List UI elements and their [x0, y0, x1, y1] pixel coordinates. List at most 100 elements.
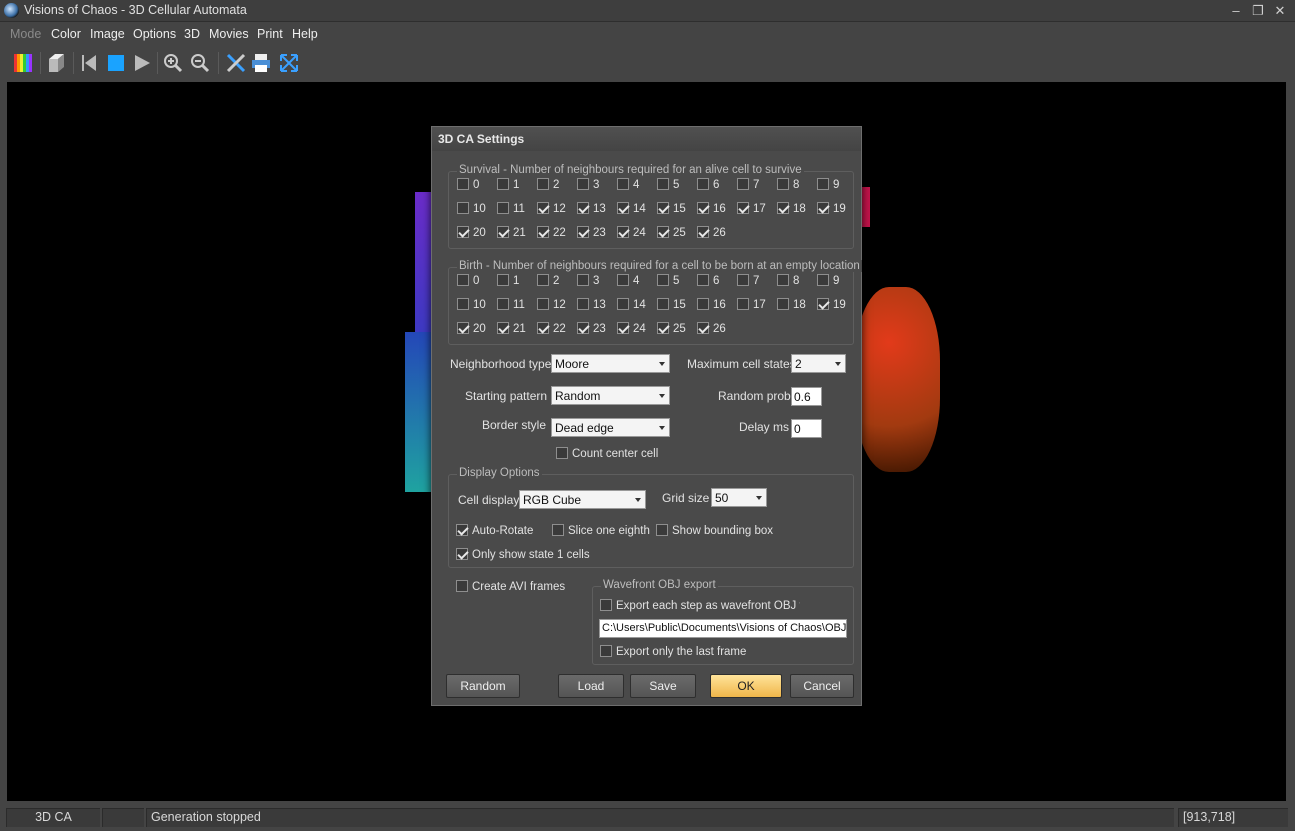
neighbour-count-checkbox[interactable]: 0 [457, 274, 479, 288]
border-style-select[interactable]: Dead edge [551, 418, 670, 437]
slice-one-eighth-checkbox[interactable]: Slice one eighth [552, 524, 650, 538]
neighbour-count-checkbox[interactable]: 11 [497, 202, 525, 216]
neighbour-count-checkbox[interactable]: 24 [617, 322, 646, 336]
random-button[interactable]: Random [446, 674, 520, 698]
cancel-button[interactable]: Cancel [790, 674, 854, 698]
print-icon[interactable] [250, 52, 272, 74]
random-prob-input[interactable]: 0.6 [791, 387, 822, 406]
neighbour-count-checkbox[interactable]: 12 [537, 202, 566, 216]
fullscreen-icon[interactable] [278, 52, 300, 74]
neighbour-count-checkbox[interactable]: 20 [457, 226, 486, 240]
zoom-out-icon[interactable] [189, 52, 211, 74]
neighbour-count-checkbox[interactable]: 6 [697, 178, 719, 192]
max-states-select[interactable]: 2 [791, 354, 846, 373]
delay-input[interactable]: 0 [791, 419, 822, 438]
chevron-down-icon [635, 498, 641, 502]
neighbour-count-checkbox[interactable]: 2 [537, 274, 559, 288]
neighbour-count-checkbox[interactable]: 15 [657, 298, 686, 312]
neighbour-count-checkbox[interactable]: 23 [577, 322, 606, 336]
auto-rotate-checkbox[interactable]: Auto-Rotate [456, 524, 533, 538]
neighbour-count-checkbox[interactable]: 3 [577, 178, 599, 192]
neighbour-count-checkbox[interactable]: 5 [657, 274, 679, 288]
neighbour-count-checkbox[interactable]: 9 [817, 274, 839, 288]
grid-size-select[interactable]: 50 [711, 488, 767, 507]
neighbour-count-checkbox[interactable]: 15 [657, 202, 686, 216]
neighbour-count-checkbox[interactable]: 13 [577, 298, 606, 312]
neighbour-count-checkbox[interactable]: 12 [537, 298, 566, 312]
neighbour-count-checkbox[interactable]: 4 [617, 274, 639, 288]
create-avi-checkbox[interactable]: Create AVI frames [456, 580, 565, 594]
neighbour-count-checkbox[interactable]: 22 [537, 322, 566, 336]
neighbour-count-checkbox[interactable]: 7 [737, 274, 759, 288]
minimize-icon[interactable]: – [1227, 3, 1245, 19]
neighbour-count-checkbox[interactable]: 25 [657, 226, 686, 240]
neighbour-count-checkbox[interactable]: 14 [617, 202, 646, 216]
count-center-checkbox[interactable]: Count center cell [556, 447, 658, 461]
zoom-in-icon[interactable] [162, 52, 184, 74]
neighbour-count-checkbox[interactable]: 2 [537, 178, 559, 192]
neighbour-count-checkbox[interactable]: 4 [617, 178, 639, 192]
save-button[interactable]: Save [630, 674, 696, 698]
play-icon[interactable] [131, 52, 153, 74]
neighbour-count-checkbox[interactable]: 24 [617, 226, 646, 240]
menu-help[interactable]: Help [292, 27, 318, 41]
neighbour-count-checkbox[interactable]: 6 [697, 274, 719, 288]
neighbour-count-checkbox[interactable]: 9 [817, 178, 839, 192]
neighbour-count-checkbox[interactable]: 10 [457, 202, 486, 216]
close-icon[interactable]: ✕ [1271, 3, 1289, 19]
menu-color[interactable]: Color [51, 27, 81, 41]
neighbour-count-checkbox[interactable]: 22 [537, 226, 566, 240]
neighbour-count-checkbox[interactable]: 17 [737, 298, 766, 312]
obj-path-input[interactable]: C:\Users\Public\Documents\Visions of Cha… [599, 619, 847, 638]
neighbour-count-checkbox[interactable]: 21 [497, 226, 526, 240]
tools-icon[interactable] [225, 52, 247, 74]
neighbour-count-checkbox[interactable]: 8 [777, 274, 799, 288]
menu-options[interactable]: Options [133, 27, 176, 41]
load-button[interactable]: Load [558, 674, 624, 698]
neighbour-count-checkbox[interactable]: 19 [817, 298, 846, 312]
first-frame-icon[interactable] [78, 52, 100, 74]
ca-settings-dialog: 3D CA Settings Survival - Number of neig… [431, 126, 862, 706]
neighborhood-select[interactable]: Moore [551, 354, 670, 373]
neighbour-count-checkbox[interactable]: 3 [577, 274, 599, 288]
palette-icon[interactable] [12, 52, 34, 74]
starting-pattern-select[interactable]: Random [551, 386, 670, 405]
neighbour-count-checkbox[interactable]: 1 [497, 178, 519, 192]
export-last-frame-checkbox[interactable]: Export only the last frame [600, 645, 746, 659]
neighbour-count-checkbox[interactable]: 14 [617, 298, 646, 312]
neighbour-count-checkbox[interactable]: 20 [457, 322, 486, 336]
neighbour-count-checkbox[interactable]: 11 [497, 298, 525, 312]
neighbour-count-checkbox[interactable]: 18 [777, 202, 806, 216]
neighbour-count-checkbox[interactable]: 17 [737, 202, 766, 216]
neighbour-count-checkbox[interactable]: 18 [777, 298, 806, 312]
title-bar: Visions of Chaos - 3D Cellular Automata … [0, 0, 1295, 22]
neighbour-count-checkbox[interactable]: 10 [457, 298, 486, 312]
menu-movies[interactable]: Movies [209, 27, 249, 41]
neighbour-count-checkbox[interactable]: 26 [697, 322, 726, 336]
menu-mode[interactable]: Mode [10, 27, 41, 41]
neighbour-count-checkbox[interactable]: 0 [457, 178, 479, 192]
neighbour-count-checkbox[interactable]: 1 [497, 274, 519, 288]
neighbour-count-checkbox[interactable]: 16 [697, 298, 726, 312]
stop-icon[interactable] [105, 52, 127, 74]
neighbour-count-checkbox[interactable]: 5 [657, 178, 679, 192]
export-each-step-checkbox[interactable]: Export each step as wavefront OBJ file [600, 599, 800, 613]
neighbour-count-checkbox[interactable]: 19 [817, 202, 846, 216]
cell-display-select[interactable]: RGB Cube [519, 490, 646, 509]
menu-image[interactable]: Image [90, 27, 125, 41]
neighbour-count-checkbox[interactable]: 26 [697, 226, 726, 240]
maximize-icon[interactable]: ❐ [1249, 3, 1267, 19]
neighbour-count-checkbox[interactable]: 16 [697, 202, 726, 216]
menu-3d[interactable]: 3D [184, 27, 200, 41]
neighbour-count-checkbox[interactable]: 21 [497, 322, 526, 336]
neighbour-count-checkbox[interactable]: 23 [577, 226, 606, 240]
neighbour-count-checkbox[interactable]: 25 [657, 322, 686, 336]
show-bounding-box-checkbox[interactable]: Show bounding box [656, 524, 773, 538]
neighbour-count-checkbox[interactable]: 13 [577, 202, 606, 216]
ok-button[interactable]: OK [710, 674, 782, 698]
menu-print[interactable]: Print [257, 27, 283, 41]
cube-icon[interactable] [46, 52, 68, 74]
only-state-1-checkbox[interactable]: Only show state 1 cells [456, 548, 590, 562]
neighbour-count-checkbox[interactable]: 7 [737, 178, 759, 192]
neighbour-count-checkbox[interactable]: 8 [777, 178, 799, 192]
